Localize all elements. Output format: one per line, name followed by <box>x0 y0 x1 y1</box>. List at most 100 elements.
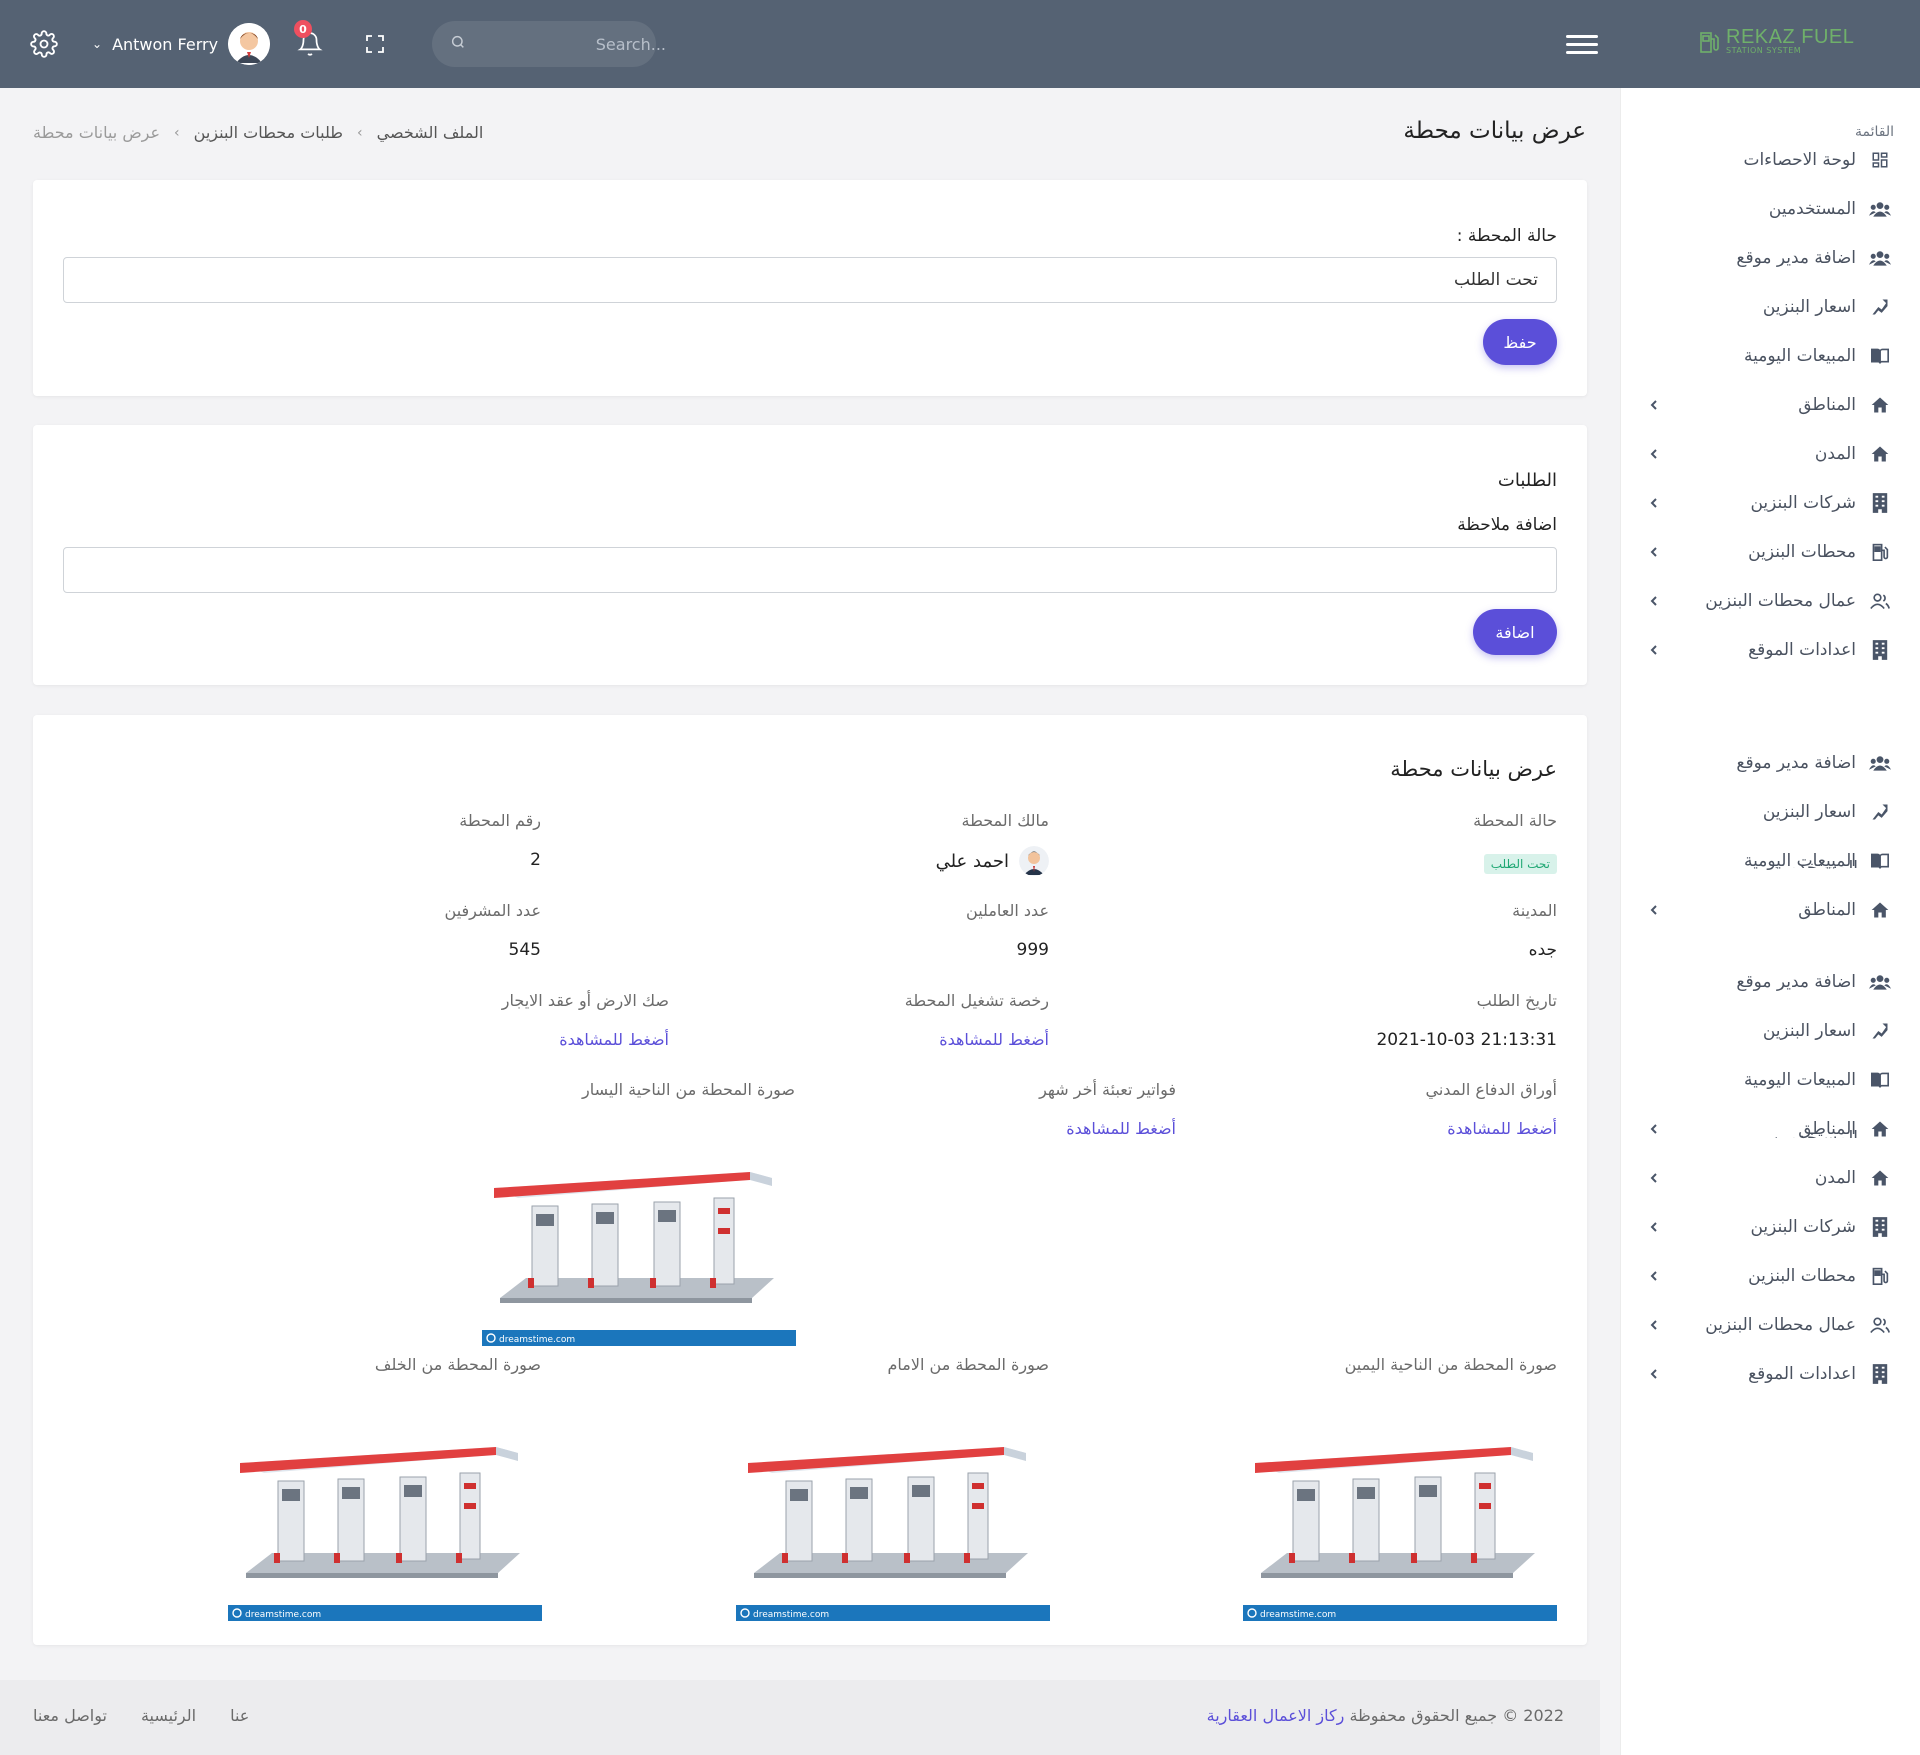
left-station-photo[interactable]: dreamstime.com <box>482 1128 796 1346</box>
sidebar-item[interactable]: اعدادات الموقع <box>1621 630 1920 670</box>
search-icon <box>450 34 466 54</box>
home-icon <box>1868 442 1892 466</box>
chart-icon <box>1868 800 1892 824</box>
civil-defense-view-link[interactable]: أضغط للمشاهدة <box>1426 1119 1557 1138</box>
sidebar-item[interactable]: اسعار البنزين <box>1621 792 1920 832</box>
city-label: المدينة <box>1512 901 1557 920</box>
owner-detail-label: مالك المحطة <box>961 811 1050 830</box>
footer-link-about[interactable]: عنا <box>230 1706 249 1725</box>
sidebar-item-label: المناطق <box>1798 900 1856 920</box>
chevron-left-icon[interactable] <box>1644 1266 1664 1286</box>
breadcrumb: عرض بيانات محطة ‹ طلبات محطات البنزين ‹ … <box>33 123 483 142</box>
chevron-left-icon[interactable] <box>1644 395 1664 415</box>
menu-toggle-icon[interactable] <box>1566 28 1598 60</box>
civil-defense-detail: أوراق الدفاع المدني أضغط للمشاهدة <box>1426 1080 1557 1138</box>
home-icon <box>1868 393 1892 417</box>
status-field[interactable] <box>63 257 1557 303</box>
footer-link-contact[interactable]: تواصل معنا <box>33 1706 107 1725</box>
sidebar-item[interactable]: المناطق <box>1621 890 1920 930</box>
workers-value: 999 <box>1016 940 1049 960</box>
sidebar-item[interactable]: اسعار البنزين <box>1621 287 1920 327</box>
license-view-link[interactable]: أضغط للمشاهدة <box>905 1030 1049 1049</box>
chevron-left-icon[interactable] <box>1644 493 1664 513</box>
sidebar-item[interactable]: شركات البنزين <box>1621 483 1920 523</box>
logo: REKAZ FUEL STATION SYSTEM <box>1698 26 1855 55</box>
front-station-photo[interactable]: dreamstime.com <box>736 1403 1050 1621</box>
right-station-photo[interactable]: dreamstime.com <box>1243 1403 1557 1621</box>
chevron-left-icon[interactable] <box>1644 591 1664 611</box>
sidebar-item[interactable]: المستخدمين <box>1621 189 1920 229</box>
sidebar-item[interactable]: عمال محطات البنزين <box>1621 581 1920 621</box>
sidebar-item[interactable]: المناطق <box>1621 385 1920 425</box>
footer-link-home[interactable]: الرئيسية <box>141 1706 196 1725</box>
bills-view-link[interactable]: أضغط للمشاهدة <box>1039 1119 1176 1138</box>
sidebar-title: القائمة <box>1855 124 1894 140</box>
user-menu[interactable]: ⌄ Antwon Ferry <box>92 22 271 66</box>
chevron-left-icon[interactable] <box>1644 640 1664 660</box>
sidebar-item-label: المستخدمين <box>1768 199 1856 219</box>
sidebar-item-label: المبيعات اليومية <box>1744 1070 1856 1090</box>
back-station-photo[interactable]: dreamstime.com <box>228 1403 542 1621</box>
search-bar[interactable] <box>432 21 666 67</box>
top-navbar: ⌄ Antwon Ferry 0 REKAZ FUEL STATION SYST… <box>0 0 1920 88</box>
sidebar-item[interactable]: محطات البنزين <box>1621 532 1920 572</box>
notification-badge: 0 <box>294 20 312 38</box>
search-input[interactable] <box>466 34 666 54</box>
owner-detail: مالك المحطة احمد علي <box>936 811 1049 876</box>
fullscreen-icon[interactable] <box>357 26 393 62</box>
sidebar-item-label: محطات البنزين <box>1748 1266 1856 1286</box>
sidebar-item[interactable]: المدن <box>1621 434 1920 474</box>
sidebar-item-label: اعدادات الموقع <box>1748 640 1856 660</box>
chevron-left-icon[interactable] <box>1644 444 1664 464</box>
breadcrumb-link-requests[interactable]: طلبات محطات البنزين <box>194 123 343 142</box>
breadcrumb-link-profile[interactable]: الملف الشخصي <box>377 123 484 142</box>
footer-brand-link[interactable]: ركاز الاعمال العقارية <box>1207 1706 1345 1725</box>
sidebar-item-label: عمال محطات البنزين <box>1705 1315 1856 1335</box>
chart-icon <box>1868 295 1892 319</box>
save-button[interactable]: حفظ <box>1483 319 1557 365</box>
settings-gear-icon[interactable] <box>26 26 62 62</box>
sidebar-item[interactable]: لوحة الاحصاءات <box>1621 140 1920 180</box>
sidebar-item-label: اسعار البنزين <box>1762 297 1856 317</box>
license-detail: رخصة تشغيل المحطة أضغط للمشاهدة <box>905 991 1049 1049</box>
sidebar-item[interactable]: اسعار البنزين <box>1621 1011 1920 1051</box>
sidebar-item[interactable]: اضافة مدير موقع <box>1621 962 1920 1002</box>
add-note-button[interactable]: اضافة <box>1473 609 1557 655</box>
sidebar-item[interactable]: عمال محطات البنزين <box>1621 1305 1920 1345</box>
station-status-card: حالة المحطة : حفظ <box>33 180 1587 396</box>
fuel-icon <box>1868 1264 1892 1288</box>
right-photo-label: صورة المحطة من الناحية اليمين <box>1344 1355 1557 1374</box>
dashboard-icon <box>1868 148 1892 172</box>
sidebar-item[interactable]: المبيعات اليومية <box>1621 1060 1920 1100</box>
status-badge: تحت الطلب <box>1483 854 1557 874</box>
notifications-bell-icon[interactable]: 0 <box>292 20 328 62</box>
user-name: Antwon Ferry <box>112 34 219 54</box>
book-icon <box>1868 344 1892 368</box>
chevron-left-icon[interactable] <box>1644 900 1664 920</box>
sidebar-item[interactable]: اعدادات الموقع <box>1621 1354 1920 1394</box>
footer-copyright: 2022 © جميع الحقوق محفوظة ركاز الاعمال ا… <box>1207 1706 1564 1725</box>
sidebar-item[interactable]: محطات البنزين <box>1621 1256 1920 1296</box>
chevron-left-icon[interactable] <box>1644 1315 1664 1335</box>
chevron-left-icon[interactable] <box>1644 1119 1664 1139</box>
chevron-left-icon[interactable] <box>1644 1217 1664 1237</box>
logo-title: REKAZ FUEL <box>1726 26 1855 48</box>
chevron-left-icon[interactable] <box>1644 542 1664 562</box>
supervisors-label: عدد المشرفين <box>444 901 541 920</box>
home-icon <box>1868 1166 1892 1190</box>
chevron-left-icon[interactable] <box>1644 1168 1664 1188</box>
sidebar-item[interactable]: المبيعات اليومية <box>1621 336 1920 376</box>
bills-label: فواتير تعبئة أخر شهر <box>1039 1080 1176 1099</box>
sidebar-item[interactable]: شركات البنزين <box>1621 1207 1920 1247</box>
back-photo-label: صورة المحطة من الخلف <box>374 1355 541 1374</box>
chevron-left-icon[interactable] <box>1644 1364 1664 1384</box>
svg-text:dreamstime.com: dreamstime.com <box>245 1610 321 1620</box>
sidebar-item[interactable]: المدن <box>1621 1158 1920 1198</box>
book-icon <box>1868 1068 1892 1092</box>
station-number-detail: رقم المحطة 2 <box>459 811 541 870</box>
chart-icon <box>1868 1019 1892 1043</box>
deed-view-link[interactable]: أضغط للمشاهدة <box>502 1030 669 1049</box>
note-field[interactable] <box>63 547 1557 593</box>
sidebar-item[interactable]: اضافة مدير موقع <box>1621 238 1920 278</box>
sidebar-item[interactable]: اضافة مدير موقع <box>1621 743 1920 783</box>
